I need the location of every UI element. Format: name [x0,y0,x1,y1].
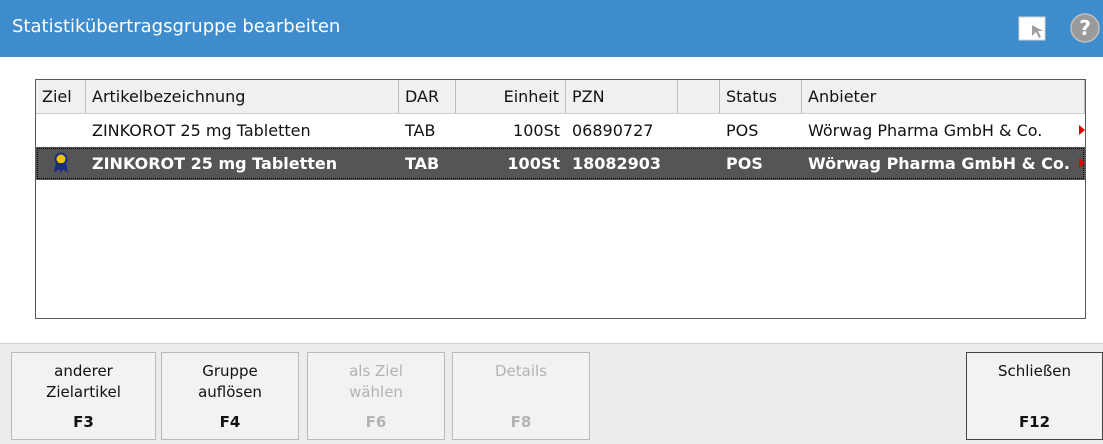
column-header-dar[interactable]: DAR [399,80,456,113]
help-icon[interactable]: ? [1068,12,1102,44]
cell-pzn: 06890727 [572,121,654,140]
cell-extra [678,114,720,147]
anderer-zielartikel-button[interactable]: anderer Zielartikel F3 [11,352,156,440]
cell-ziel [36,147,86,180]
window-title: Statistikübertragsgruppe bearbeiten [12,16,341,37]
svg-text:?: ? [1079,16,1091,40]
button-key: F12 [1018,413,1051,431]
cell-einheit: 100St [513,121,560,140]
cell-status: POS [726,121,759,140]
cell-status: POS [726,154,763,173]
cell-anbieter: Wörwag Pharma GmbH & Co. [802,147,1085,180]
button-key: F8 [510,413,532,431]
title-bar: Statistikübertragsgruppe bearbeiten ? [0,0,1103,57]
column-header-einheit[interactable]: Einheit [456,80,566,113]
gruppe-aufloesen-button[interactable]: Gruppe auflösen F4 [161,352,299,440]
column-header-artikelbezeichnung[interactable]: Artikelbezeichnung [86,80,399,113]
column-header-status[interactable]: Status [720,80,802,113]
cell-anbieter-text: Wörwag Pharma GmbH & Co. [808,121,1043,140]
cell-pzn: 18082903 [572,154,662,173]
button-label: Gruppe auflösen [198,362,262,401]
cell-anbieter: Wörwag Pharma GmbH & Co. [802,114,1085,147]
button-key: F4 [219,413,241,431]
als-ziel-waehlen-button[interactable]: als Ziel wählen F6 [307,352,445,440]
button-label: Details [494,362,547,380]
schliessen-button[interactable]: Schließen F12 [966,352,1103,440]
column-header-anbieter[interactable]: Anbieter [802,80,1085,113]
cell-anbieter-text: Wörwag Pharma GmbH & Co. [808,154,1070,173]
cell-extra [678,147,720,180]
table-header: Ziel Artikelbezeichnung DAR Einheit PZN … [36,80,1085,114]
button-key: F3 [73,413,94,431]
cell-einheit: 100St [507,154,560,173]
button-label: als Ziel wählen [349,362,403,401]
article-table: Ziel Artikelbezeichnung DAR Einheit PZN … [35,79,1086,319]
target-marker-icon [54,152,68,173]
overflow-arrow-icon [1079,125,1085,135]
document-arrow-icon[interactable] [1017,14,1049,43]
column-header-pzn[interactable]: PZN [566,80,678,113]
cell-ziel [36,114,86,147]
table-row-selected[interactable]: ZINKOROT 25 mg Tabletten TAB 100St 18082… [36,147,1085,180]
button-key: F6 [365,413,387,431]
details-button[interactable]: Details F8 [452,352,590,440]
cell-artikelbezeichnung: ZINKOROT 25 mg Tabletten [92,154,338,173]
column-header-ziel[interactable]: Ziel [36,80,86,113]
overflow-arrow-icon [1079,158,1085,168]
button-label: anderer Zielartikel [46,362,121,401]
button-label: Schließen [997,362,1072,380]
cell-artikelbezeichnung: ZINKOROT 25 mg Tabletten [92,121,311,140]
table-row[interactable]: ZINKOROT 25 mg Tabletten TAB 100St 06890… [36,114,1085,147]
cell-dar: TAB [405,154,440,173]
cell-dar: TAB [405,121,436,140]
column-header-blank[interactable] [678,80,720,113]
